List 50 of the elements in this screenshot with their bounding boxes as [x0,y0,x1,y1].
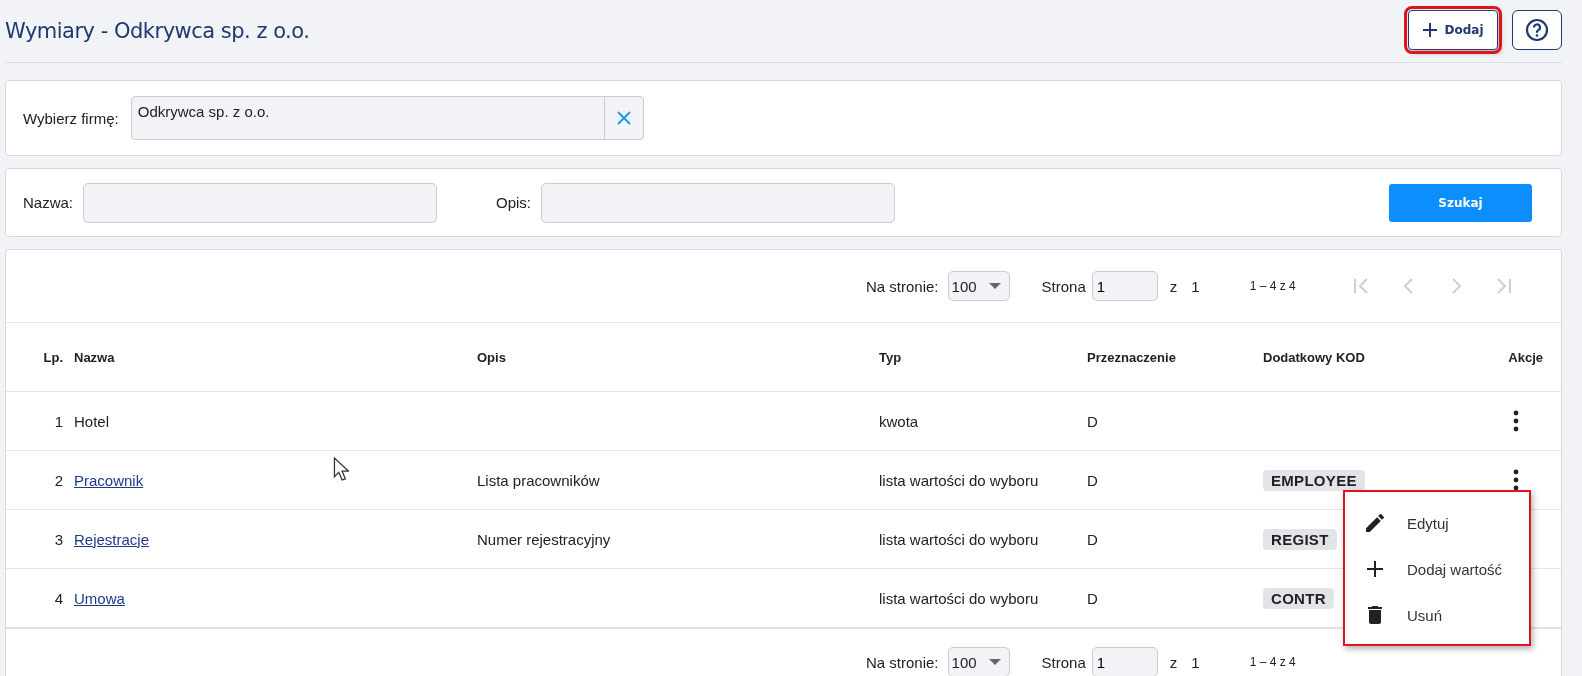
page-count: 1 [1191,653,1200,671]
code-tag: CONTR [1263,587,1334,609]
name-link[interactable]: Pracownik [74,471,144,489]
range-text: 1 – 4 z 4 [1249,279,1296,293]
code-tag: REGIST [1263,528,1337,550]
type-text: lista wartości do wyboru [879,530,1039,548]
description-text: Lista pracowników [477,471,600,489]
page-field[interactable]: 1 [1091,271,1158,301]
search-label: Nazwa: [23,194,74,211]
page-title: Wymiary - Odkrywca sp. z o.o. [5,19,310,43]
per-page-select[interactable]: 100 [947,647,1010,676]
per-page-label: Na stronie: [866,653,939,671]
page-field[interactable]: 1 [1091,647,1158,676]
page-label: Strona [1041,653,1086,671]
name-text: Hotel [74,412,110,430]
column-header: Akcje [1507,349,1544,365]
column-header: Opis [476,349,507,365]
column-header: Typ [878,349,903,365]
column-header: Przeznaczenie [1086,349,1177,365]
range-text: 1 – 4 z 4 [1249,655,1296,669]
company-label: Wybierz firmę: [23,109,119,127]
per-page-select[interactable]: 100 [947,271,1010,301]
per-page-label: Na stronie: [866,277,939,295]
company-select[interactable]: Odkrywca sp. z o.o. [130,96,644,140]
purpose-text: D [1087,412,1098,430]
name-link[interactable]: Rejestracje [74,530,150,548]
column-header: Dodatkowy KOD [1262,349,1366,365]
column-header: Nazwa [73,349,116,365]
purpose-text: D [1087,530,1098,548]
description-text: Numer rejestracyjny [477,530,611,548]
search-label: Opis: [496,194,532,211]
row-number: 4 [53,589,63,607]
name-link[interactable]: Umowa [74,589,125,607]
code-tag: EMPLOYEE [1263,469,1365,491]
menu-item[interactable]: Usuń [1345,592,1529,638]
menu-item[interactable]: Edytuj [1345,500,1529,546]
menu-item[interactable]: Dodaj wartość [1345,546,1529,592]
row-number: 2 [53,471,63,489]
of-label: z [1169,277,1178,295]
row-number: 1 [53,412,63,430]
type-text: kwota [879,412,919,430]
type-text: lista wartości do wyboru [879,471,1039,489]
page-label: Strona [1041,277,1086,295]
of-label: z [1169,653,1178,671]
page-count: 1 [1191,277,1200,295]
purpose-text: D [1087,589,1098,607]
type-text: lista wartości do wyboru [879,589,1039,607]
row-number: 3 [53,530,63,548]
purpose-text: D [1087,471,1098,489]
column-header: Lp. [42,349,63,365]
